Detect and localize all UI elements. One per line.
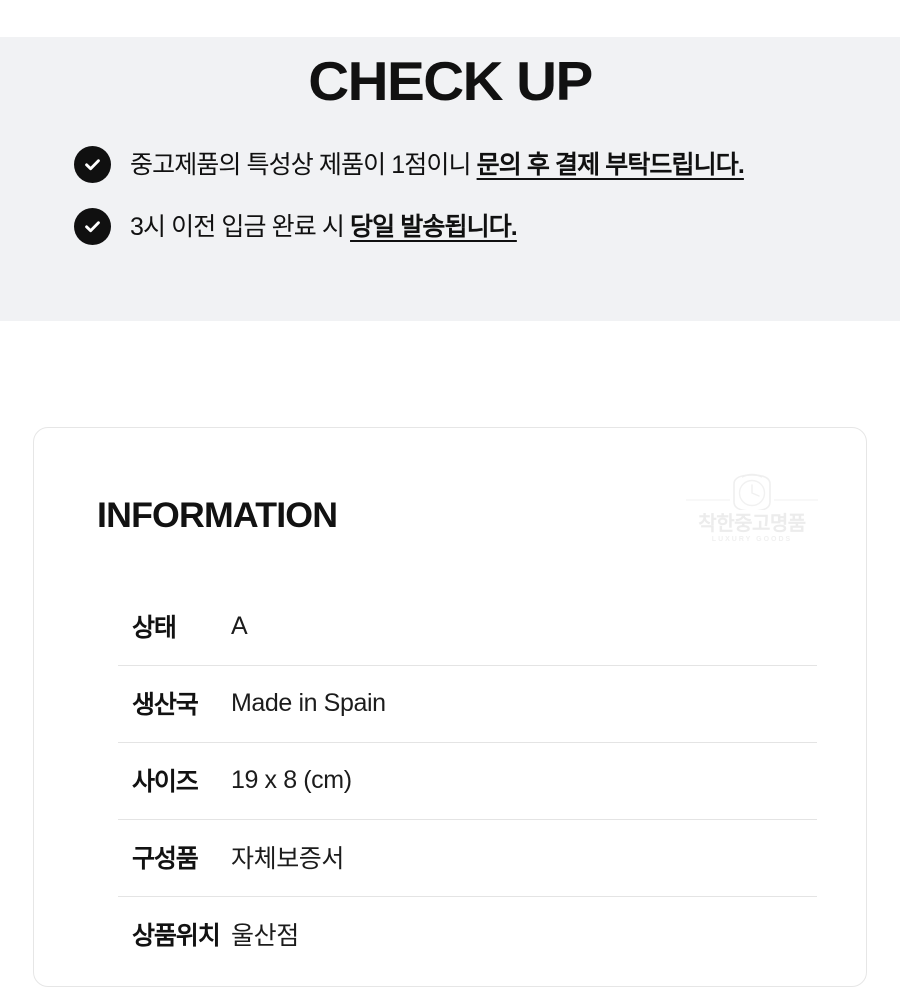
information-card: INFORMATION 착한중고명품 LUXURY GOODS 상태 A 생산국… (33, 426, 867, 987)
information-title: INFORMATION (97, 495, 338, 535)
checkup-list: 중고제품의 특성상 제품이 1점이니 문의 후 결제 부탁드립니다. 3시 이전… (0, 146, 900, 246)
checkup-item-text-highlight: 당일 발송됩니다. (350, 212, 518, 241)
check-circle-icon (74, 146, 111, 184)
brand-watermark: 착한중고명품 LUXURY GOODS (684, 470, 820, 543)
checkup-item-text: 3시 이전 입금 완료 시 당일 발송됩니다. (130, 212, 518, 242)
specification-table: 상태 A 생산국 Made in Spain 사이즈 19 x 8 (cm) 구… (34, 588, 866, 973)
page-title: CHECK UP (308, 49, 593, 112)
spec-label: 상품위치 (132, 922, 221, 951)
watermark-brand: 착한중고명품 (698, 512, 806, 535)
checkup-item-text-plain: 중고제품의 특성상 제품이 1점이니 (130, 150, 477, 179)
spec-value: 울산점 (231, 922, 299, 951)
watch-logo-icon (686, 473, 818, 512)
spec-value: Made in Spain (231, 688, 386, 717)
check-circle-icon (74, 208, 111, 246)
information-header: INFORMATION 착한중고명품 LUXURY GOODS (34, 428, 866, 564)
checkup-item-text-highlight: 문의 후 결제 부탁드립니다. (476, 150, 745, 179)
table-row: 상품위치 울산점 (86, 895, 818, 973)
table-row: 생산국 Made in Spain (86, 664, 818, 742)
list-item: 3시 이전 입금 완료 시 당일 발송됩니다. (74, 208, 900, 246)
spec-label: 생산국 (132, 691, 199, 720)
checkup-item-text-plain: 3시 이전 입금 완료 시 (130, 212, 351, 241)
spec-value: A (231, 611, 248, 640)
checkup-item-text: 중고제품의 특성상 제품이 1점이니 문의 후 결제 부탁드립니다. (130, 150, 745, 180)
watermark-tagline: LUXURY GOODS (711, 535, 793, 543)
checkup-panel: CHECK UP 중고제품의 특성상 제품이 1점이니 문의 후 결제 부탁드립… (0, 36, 900, 321)
table-row: 구성품 자체보증서 (86, 818, 818, 896)
table-row: 상태 A (86, 588, 818, 665)
spec-label: 상태 (132, 614, 177, 643)
spec-value: 19 x 8 (cm) (231, 765, 352, 794)
table-row: 사이즈 19 x 8 (cm) (86, 741, 818, 819)
spec-label: 사이즈 (132, 768, 199, 797)
list-item: 중고제품의 특성상 제품이 1점이니 문의 후 결제 부탁드립니다. (74, 146, 900, 184)
spec-label: 구성품 (132, 845, 199, 874)
spec-value: 자체보증서 (231, 845, 345, 874)
